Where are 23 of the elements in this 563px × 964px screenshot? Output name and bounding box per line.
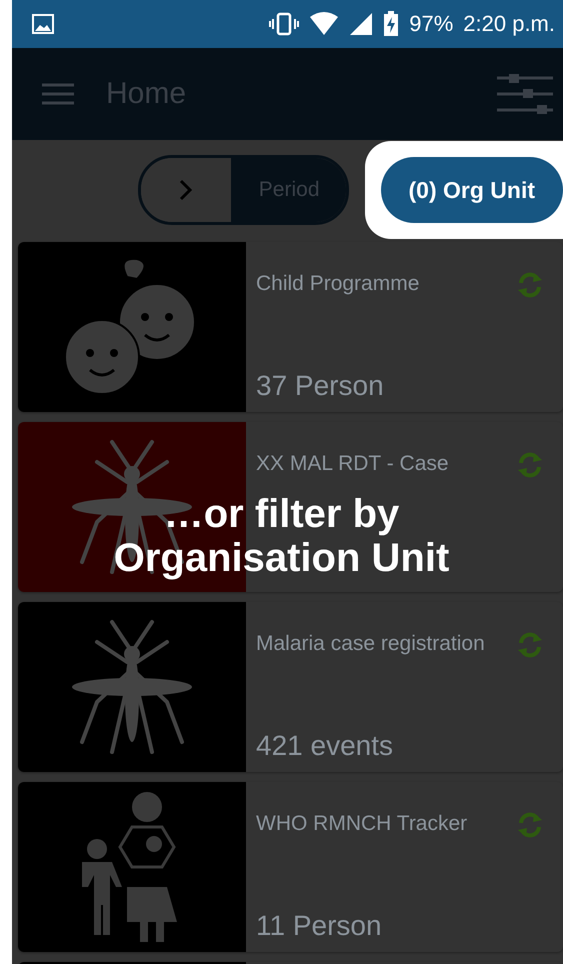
program-card[interactable]: WHO RMNCH Tracker 11 Person [18,782,563,952]
program-count: 37 Person [256,370,385,402]
program-card[interactable]: Child Programme 37 Person [18,242,563,412]
program-title: Child Programme [256,271,420,297]
tutorial-hint-text: Organisation Unit [114,536,450,580]
program-title: WHO RMNCH Tracker [256,811,468,837]
program-count: 421 events [256,730,394,762]
wifi-icon [309,12,340,36]
menu-icon[interactable] [42,83,74,105]
tutorial-hint-text: …or filter by [164,492,400,536]
program-count: 11 Person [256,910,383,942]
battery-percentage: 97% [409,11,454,37]
signal-icon [349,12,374,36]
program-card[interactable]: Malaria case registration 421 events [18,602,563,772]
clock-time: 2:20 p.m. [463,11,555,37]
program-title: Malaria case registration [256,631,486,657]
battery-charging-icon [383,11,400,37]
org-unit-filter-button[interactable]: (0) Org Unit [380,157,563,223]
filter-sliders-icon[interactable] [497,74,553,114]
vibrate-icon [269,12,300,36]
chevron-right-icon [178,178,194,202]
program-title: XX MAL RDT - Case [256,451,450,477]
image-icon [32,14,54,34]
